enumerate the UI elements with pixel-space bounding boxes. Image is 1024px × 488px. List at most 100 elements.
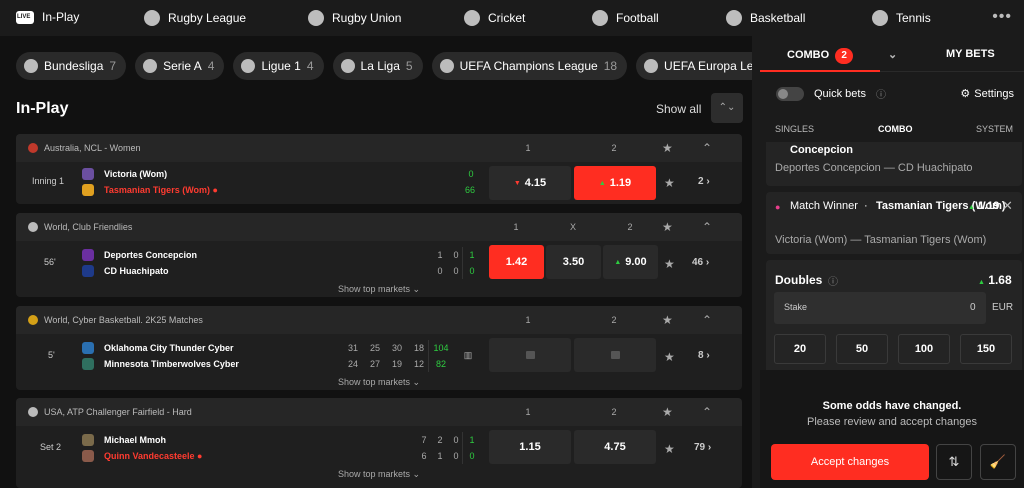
football-icon <box>439 59 454 73</box>
tab-singles[interactable]: SINGLES <box>775 124 814 134</box>
show-top-markets[interactable]: Show top markets ⌄ <box>16 284 742 295</box>
divider <box>462 432 463 464</box>
nav-item-tennis[interactable]: Tennis <box>872 10 931 26</box>
star-icon[interactable]: ★ <box>662 405 673 419</box>
quick-bets-toggle[interactable] <box>776 86 804 101</box>
odds-button-selected[interactable]: ▲ 1.19 <box>574 166 656 200</box>
football-icon <box>24 59 38 73</box>
info-icon[interactable]: ⓘ <box>828 273 838 288</box>
chevron-up-icon[interactable]: ⌃ <box>702 141 712 155</box>
team-logo <box>82 184 94 196</box>
more-markets[interactable]: 46 › <box>692 257 709 268</box>
tab-combo[interactable]: COMBO 2 <box>787 48 854 64</box>
tab-combo-type[interactable]: COMBO <box>878 124 913 134</box>
event-row[interactable]: Set 2 Michael Mmoh Quinn Vandecasteele ●… <box>16 426 742 466</box>
nav-item-basketball[interactable]: Basketball <box>726 10 805 26</box>
show-top-markets[interactable]: Show top markets ⌄ <box>16 377 742 388</box>
selection-card[interactable]: Concepcion Deportes Concepcion — CD Huac… <box>766 142 1022 186</box>
chevron-up-icon[interactable]: ⌃ <box>702 220 712 234</box>
event-row[interactable]: Inning 1 Victoria (Wom) Tasmanian Tigers… <box>16 162 742 202</box>
quick-stake-150[interactable]: 150 <box>960 334 1012 364</box>
lock-icon <box>610 351 620 359</box>
app-root: In-Play Rugby League Rugby Union Cricket… <box>0 0 1024 488</box>
chip-ligue-1[interactable]: Ligue 14 <box>233 52 324 80</box>
football-icon <box>28 222 38 232</box>
broom-icon[interactable]: 🧹 <box>980 444 1016 480</box>
basketball-icon <box>28 315 38 325</box>
stats-icon[interactable]: ▥ <box>462 350 474 361</box>
football-icon <box>592 10 608 26</box>
serving-team: Tasmanian Tigers (Wom) ● <box>104 185 218 195</box>
chip-bundesliga[interactable]: Bundesliga 7 <box>16 52 127 80</box>
tennis-ball-icon <box>28 407 38 417</box>
chip-serie-a[interactable]: Serie A4 <box>135 52 225 80</box>
chevron-up-icon[interactable]: ⌃ <box>702 313 712 327</box>
event-card-football: World, Club Friendlies 1 X 2 ★ ⌃ 56' Dep… <box>16 213 742 297</box>
selection-card[interactable]: ● Match Winner · Tasmanian Tigers (Wom) … <box>766 192 1022 254</box>
selection-odd: ▲ 1.19 <box>968 200 1000 212</box>
serving-team: Quinn Vandecasteele ● <box>104 451 203 461</box>
chip-la-liga[interactable]: La Liga 5 <box>332 52 423 80</box>
odds-button[interactable]: ▼ 4.15 <box>489 166 571 200</box>
accept-changes-button[interactable]: Accept changes <box>771 444 929 480</box>
player-photo <box>82 434 94 446</box>
nav-item-rugby-league[interactable]: Rugby League <box>144 10 246 26</box>
chevron-up-icon[interactable]: ⌃ <box>702 405 712 419</box>
league-header: Australia, NCL - Women 1 2 ★ ⌃ <box>16 134 742 162</box>
show-top-markets[interactable]: Show top markets ⌄ <box>16 469 742 480</box>
close-icon[interactable]: ✕ <box>1002 198 1013 214</box>
rugby-ball-icon <box>144 10 160 26</box>
rugby-ball-icon <box>308 10 324 26</box>
odds-button[interactable]: 1.15 <box>489 430 571 464</box>
arrow-up-icon: ▲ <box>614 258 622 266</box>
odds-button[interactable]: ▲ 9.00 <box>603 245 658 279</box>
quick-stake-100[interactable]: 100 <box>898 334 950 364</box>
tab-my-bets[interactable]: MY BETS <box>946 48 995 60</box>
more-markets[interactable]: 79 › <box>694 442 711 453</box>
odds-change-notice: Some odds have changed. Please review an… <box>760 370 1024 488</box>
lock-icon <box>525 351 535 359</box>
section-title: In-Play <box>16 100 69 117</box>
odds-button[interactable]: 3.50 <box>546 245 601 279</box>
star-icon[interactable]: ★ <box>664 350 675 364</box>
arrow-down-icon: ▼ <box>513 179 521 187</box>
show-all-link[interactable]: Show all <box>656 102 701 116</box>
event-card-basketball: World, Cyber Basketball. 2K25 Matches 1 … <box>16 306 742 390</box>
more-markets[interactable]: 8 › <box>698 350 710 361</box>
odds-button[interactable]: 4.75 <box>574 430 656 464</box>
chip-ucl[interactable]: UEFA Champions League 18 <box>431 52 628 80</box>
nav-item-rugby-union[interactable]: Rugby Union <box>308 10 401 26</box>
team-logo <box>82 358 94 370</box>
tab-system[interactable]: SYSTEM <box>976 124 1013 134</box>
stake-input[interactable]: Stake 0 <box>774 292 986 324</box>
live-icon <box>16 10 34 24</box>
star-icon[interactable]: ★ <box>664 176 675 190</box>
cricket-ball-icon <box>28 143 38 153</box>
quick-stake-20[interactable]: 20 <box>774 334 826 364</box>
collapse-icon[interactable]: ⌃⌄ <box>711 93 743 123</box>
event-card-cricket: Australia, NCL - Women 1 2 ★ ⌃ Inning 1 … <box>16 134 742 204</box>
event-row[interactable]: 5' Oklahoma City Thunder Cyber Minnesota… <box>16 334 742 374</box>
star-icon[interactable]: ★ <box>664 257 675 271</box>
team-logo <box>82 249 94 261</box>
player-photo <box>82 450 94 462</box>
doubles-panel: Doubles ⓘ ▲ 1.68 Stake 0 EUR 20 50 100 1… <box>766 260 1022 374</box>
nav-item-football[interactable]: Football <box>592 10 659 26</box>
odds-button-selected[interactable]: 1.42 <box>489 245 544 279</box>
nav-item-in-play[interactable]: In-Play <box>16 10 79 24</box>
adjust-icon[interactable]: ⇅ <box>936 444 972 480</box>
info-icon[interactable]: ⓘ <box>876 86 886 101</box>
star-icon[interactable]: ★ <box>662 313 673 327</box>
settings-button[interactable]: ⚙ Settings <box>960 87 1014 101</box>
chip-uel[interactable]: UEFA Europa League18 <box>636 52 752 80</box>
star-icon[interactable]: ★ <box>662 220 673 234</box>
more-markets[interactable]: 2 › <box>698 176 710 187</box>
quick-stake-50[interactable]: 50 <box>836 334 888 364</box>
star-icon[interactable]: ★ <box>662 141 673 155</box>
nav-item-cricket[interactable]: Cricket <box>464 10 525 26</box>
chevron-down-icon[interactable]: ⌄ <box>888 48 897 61</box>
main-content: Bundesliga 7 Serie A4 Ligue 14 La Liga 5 U… <box>0 36 752 488</box>
more-icon[interactable]: ••• <box>992 8 1012 26</box>
star-icon[interactable]: ★ <box>664 442 675 456</box>
event-row[interactable]: 56' Deportes Concepcion CD Huachipato 1 … <box>16 241 742 281</box>
